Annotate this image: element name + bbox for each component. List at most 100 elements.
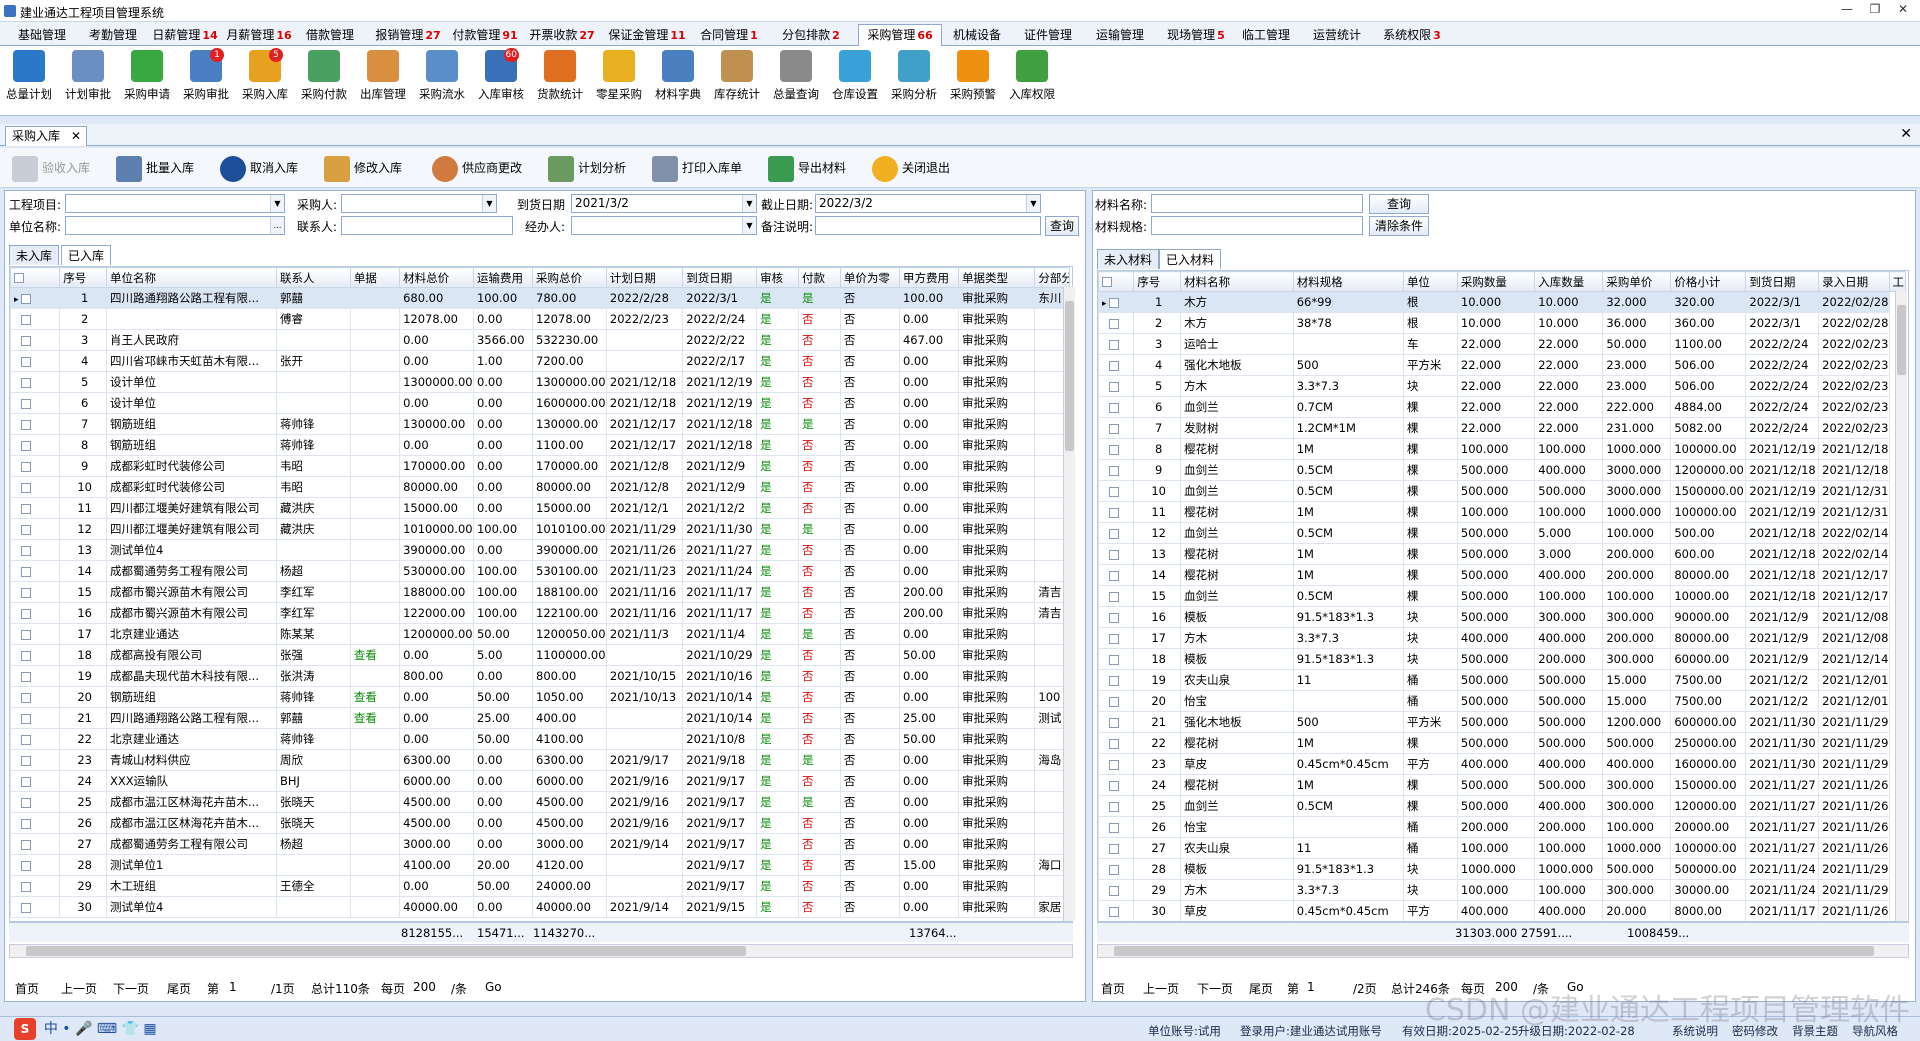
first-page-button[interactable]: 首页 [1101,980,1125,997]
row-checkbox[interactable] [21,839,31,850]
row-selector[interactable] [10,602,61,624]
row-checkbox[interactable] [21,755,31,766]
contact-input[interactable] [341,216,513,235]
ribbon-button-17[interactable]: 采购预警 [944,48,1002,112]
table-row[interactable]: 12 四川都江堰美好建筑有限公司 藏洪庆 1010000.00 100.00 101010… [10,518,1070,540]
row-checkbox[interactable] [21,629,31,640]
row-selector[interactable] [1098,900,1135,921]
row-selector[interactable] [1098,522,1135,544]
row-selector[interactable] [10,308,61,330]
row-selector[interactable] [1098,711,1135,733]
row-selector[interactable] [1098,417,1135,439]
close-icon[interactable]: ✕ [71,127,81,145]
column-header[interactable]: 付款 [798,267,841,288]
table-row[interactable]: 14 樱花树 1M 棵 500.000 400.000 200.000 80000.00 202… [1098,564,1906,586]
table-row[interactable]: 28 测试单位1 4100.00 20.00 4120.00 2021/9/17 是否否 15… [10,854,1070,876]
table-row[interactable]: 4 强化木地板 500 平方米 22.000 22.000 23.000 506.00 2022… [1098,354,1906,376]
row-selector[interactable] [1098,774,1135,796]
table-cell[interactable]: 查看 [349,686,401,708]
row-checkbox[interactable] [1109,339,1119,350]
row-selector[interactable] [1098,480,1135,502]
row-selector[interactable]: ▸ [1098,291,1135,313]
table-row[interactable]: 21 强化木地板 500 平方米 500.000 500.000 1200.000 60000… [1098,711,1906,733]
chevron-down-icon[interactable]: ▼ [1026,195,1040,212]
ribbon-button-7[interactable]: 出库管理 [354,48,412,112]
column-header[interactable]: 单据类型 [958,267,1036,288]
row-checkbox[interactable] [21,419,31,430]
end-date-picker[interactable]: 2022/3/2 ▼ [815,194,1041,213]
right-horizontal-scrollbar[interactable] [1097,944,1909,958]
row-selector[interactable] [10,875,61,897]
ellipsis-icon[interactable]: … [270,217,284,234]
column-header[interactable]: 单位名称 [106,267,277,288]
row-selector[interactable] [1098,669,1135,691]
column-header[interactable]: 录入日期 [1818,271,1890,292]
module-tab-15[interactable]: 运输管理 [1086,25,1156,45]
ribbon-button-14[interactable]: 总量查询 [767,48,825,112]
row-checkbox[interactable] [1109,528,1119,539]
row-checkbox[interactable] [1109,906,1119,917]
ribbon-button-4[interactable]: 1 采购审批 [177,48,235,112]
handler-select[interactable]: ▼ [571,216,757,235]
table-row[interactable]: 29 木工班组 王德全 0.00 50.00 24000.00 2021/9/17 是否否 0.… [10,875,1070,897]
row-selector[interactable] [10,665,61,687]
row-selector[interactable] [1098,606,1135,628]
table-row[interactable]: 18 成都高投有限公司 张强 查看 0.00 5.00 1100000.00 2021/10/… [10,644,1070,666]
row-selector[interactable] [10,476,61,498]
row-selector[interactable] [10,581,61,603]
clear-filter-button[interactable]: 清除条件 [1369,216,1429,236]
row-checkbox[interactable] [21,776,31,787]
table-row[interactable]: 2 木方 38*78 根 10.000 10.000 36.000 360.00 2022/3/… [1098,312,1906,334]
row-selector[interactable] [1098,396,1135,418]
table-row[interactable]: 25 血剑兰 0.5CM 棵 500.000 400.000 300.000 120000.0… [1098,795,1906,817]
ime-toolbar[interactable]: S 中 • 🎤 ⌨ 👕 ▦ [14,1018,157,1040]
ribbon-button-18[interactable]: 入库权限 [1003,48,1061,112]
row-checkbox[interactable] [1109,297,1120,308]
row-checkbox[interactable] [1109,696,1119,707]
row-selector[interactable] [10,434,61,456]
module-tab-14[interactable]: 证件管理 [1016,25,1082,45]
table-row[interactable]: 8 钢筋班组 蒋帅锋 0.00 0.00 1100.00 2021/12/17 2021/12… [10,434,1070,456]
column-header[interactable]: 价格小计 [1670,271,1747,292]
row-checkbox[interactable] [1109,570,1119,581]
table-row[interactable]: 24 樱花树 1M 棵 500.000 500.000 300.000 150000.00 20… [1098,774,1906,796]
column-header[interactable]: 单价为零 [839,267,900,288]
table-row[interactable]: 26 怡宝桶 200.000 200.000 100.000 20000.00 2021/1… [1098,816,1906,838]
row-checkbox[interactable] [1109,843,1119,854]
row-checkbox[interactable] [1109,402,1119,413]
row-checkbox[interactable] [21,713,31,724]
row-checkbox[interactable] [21,587,31,598]
row-selector[interactable] [1098,648,1135,670]
column-header[interactable]: 采购总价 [532,267,607,288]
row-checkbox[interactable] [1109,675,1119,686]
left-horizontal-scrollbar[interactable] [9,944,1073,958]
left-query-button[interactable]: 查询 [1045,216,1079,236]
column-header[interactable]: 采购数量 [1456,271,1536,292]
table-row[interactable]: 20 怡宝桶 500.000 500.000 15.000 7500.00 2021/12/… [1098,690,1906,712]
next-page-button[interactable]: 下一页 [1197,980,1233,997]
chevron-down-icon[interactable]: ▼ [742,217,756,234]
table-row[interactable]: 9 血剑兰 0.5CM 棵 500.000 400.000 3000.000 1200000.… [1098,459,1906,481]
column-header[interactable]: 甲方费用 [898,267,960,288]
column-header[interactable]: 序号 [59,267,108,288]
ribbon-button-11[interactable]: 零星采购 [590,48,648,112]
table-row[interactable]: 22 北京建业通达 蒋帅锋 0.00 50.00 4100.00 2021/10/8 是否否 5… [10,728,1070,750]
row-selector[interactable] [1098,627,1135,649]
row-checkbox[interactable] [1109,780,1119,791]
first-page-button[interactable]: 首页 [15,980,39,997]
ribbon-button-10[interactable]: 货款统计 [531,48,589,112]
column-header[interactable]: 到货日期 [682,267,758,288]
table-row[interactable]: 23 草皮 0.45cm*0.45cm 平方 400.000 400.000 400.000… [1098,753,1906,775]
table-row[interactable]: 7 钢筋班组 蒋帅锋 130000.00 0.00 130000.00 2021/12/17… [10,413,1070,435]
close-all-icon[interactable]: ✕ [1900,126,1912,142]
table-row[interactable]: 8 樱花树 1M 棵 100.000 100.000 1000.000 100000.00 20… [1098,438,1906,460]
tab-not-inbound[interactable]: 未入库 [9,245,60,265]
module-tab-7[interactable]: 付款管理 91 [448,25,522,45]
module-tab-10[interactable]: 合同管理 1 [694,25,764,45]
row-checkbox[interactable] [1109,444,1119,455]
row-selector[interactable] [10,686,61,708]
per-page-input[interactable]: 200 [413,980,436,994]
row-checkbox[interactable] [1109,486,1119,497]
minimize-button[interactable]: — [1836,2,1858,20]
prev-page-button[interactable]: 上一页 [61,980,97,997]
